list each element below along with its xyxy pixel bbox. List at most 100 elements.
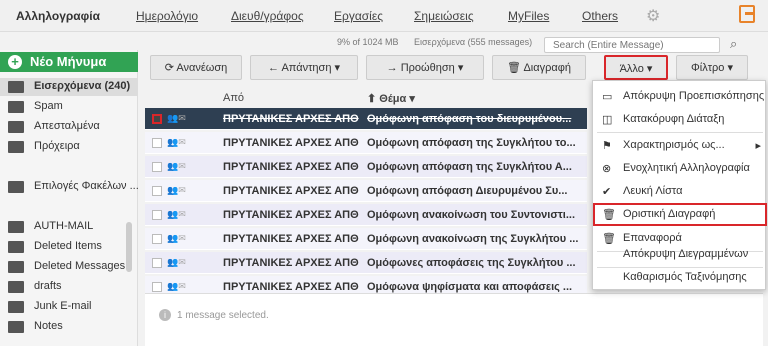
row-subject: Ομόφωνη ανακοίνωση του Συντονιστι... xyxy=(367,209,576,221)
row-status-icons: 👥✉ xyxy=(167,137,186,147)
preview-info-text: 1 message selected. xyxy=(177,310,269,321)
row-status-icons: 👥✉ xyxy=(167,257,186,267)
folder-deleted-items[interactable]: Deleted Items xyxy=(0,238,138,256)
menu-label: Απόκρυψη Διεγραμμένων xyxy=(623,248,749,260)
row-status-icons: 👥✉ xyxy=(167,185,186,195)
menu-vertical-layout[interactable]: ◫ Κατακόρυφη Διάταξη xyxy=(593,108,767,131)
menu-label: Ενοχλητική Αλληλογραφία xyxy=(623,162,750,174)
plus-icon: + xyxy=(8,55,22,69)
drafts-icon xyxy=(8,141,24,153)
row-status-icons: 👥✉ xyxy=(167,161,186,171)
table-row[interactable]: 👥✉ ΠΡΥΤΑΝΙΚΕΣ ΑΡΧΕΣ ΑΠΘ Ομόφωνη απόφαση τη… xyxy=(145,156,587,178)
account-auth-mail[interactable]: AUTH-MAIL xyxy=(0,218,138,236)
delete-button[interactable]: 🗑 Διαγραφή xyxy=(492,55,586,80)
search-icon[interactable]: ⌕ xyxy=(730,36,737,52)
menu-whitelist[interactable]: ✔ Λευκή Λίστα xyxy=(593,180,767,203)
folder-drafts-account[interactable]: drafts xyxy=(0,278,138,296)
more-button[interactable]: Άλλο ▾ xyxy=(604,55,668,80)
preview-info: i 1 message selected. xyxy=(159,309,269,321)
row-from: ΠΡΥΤΑΝΙΚΕΣ ΑΡΧΕΣ ΑΠΘ xyxy=(223,137,359,149)
table-row[interactable]: 👥✉ ΠΡΥΤΑΝΙΚΕΣ ΑΡΧΕΣ ΑΠΘ Ομόφωνη απόφαση Δι… xyxy=(145,180,587,202)
table-row[interactable]: 👥✉ ΠΡΥΤΑΝΙΚΕΣ ΑΡΧΕΣ ΑΠΘ Ομόφωνες αποφάσεις… xyxy=(145,252,587,274)
search-input[interactable] xyxy=(544,37,720,53)
preview-pane: i 1 message selected. xyxy=(145,293,763,346)
menu-junk[interactable]: ⊗ Ενοχλητική Αλληλογραφία xyxy=(593,157,767,180)
menu-permanent-delete[interactable]: 🗑 Οριστική Διαγραφή xyxy=(593,203,767,226)
row-checkbox[interactable] xyxy=(152,258,162,268)
subject-header-label: Θέμα xyxy=(379,93,407,105)
menu-divider xyxy=(597,132,763,133)
folder-junk[interactable]: Junk E-mail xyxy=(0,298,138,316)
reply-button[interactable]: ← Απάντηση ▾ xyxy=(250,55,358,80)
table-row[interactable]: 👥✉ ΠΡΥΤΑΝΙΚΕΣ ΑΡΧΕΣ ΑΠΘ Ομόφωνη ανακοίνωση… xyxy=(145,228,587,250)
row-from: ΠΡΥΤΑΝΙΚΕΣ ΑΡΧΕΣ ΑΠΘ xyxy=(223,113,359,125)
row-checkbox[interactable] xyxy=(152,210,162,220)
filter-button[interactable]: Φίλτρο ▾ xyxy=(676,55,748,80)
nav-notes[interactable]: Σημειώσεις xyxy=(414,9,474,23)
filter-label: Φίλτρο xyxy=(690,62,725,74)
row-checkbox[interactable] xyxy=(152,162,162,172)
row-from: ΠΡΥΤΑΝΙΚΕΣ ΑΡΧΕΣ ΑΠΘ xyxy=(223,281,359,293)
table-row[interactable]: 👥✉ ΠΡΥΤΑΝΙΚΕΣ ΑΡΧΕΣ ΑΠΘ Ομόφωνη ανακοίνωση… xyxy=(145,204,587,226)
folder-notes[interactable]: Notes xyxy=(0,318,138,336)
logout-icon[interactable] xyxy=(739,5,755,23)
top-navigation: Αλληλογραφία Ημερολόγιο Διευθ/γράφος Εργ… xyxy=(0,0,768,32)
row-from: ΠΡΥΤΑΝΙΚΕΣ ΑΡΧΕΣ ΑΠΘ xyxy=(223,233,359,245)
folder-inbox[interactable]: Εισερχόμενα (240) xyxy=(0,78,138,96)
row-checkbox[interactable] xyxy=(152,138,162,148)
row-checkbox[interactable] xyxy=(152,114,162,124)
folder-label: Επιλογές Φακέλων ... xyxy=(34,180,138,192)
refresh-button[interactable]: ⟳ Ανανέωση xyxy=(150,55,242,80)
row-checkbox[interactable] xyxy=(152,186,162,196)
row-status-icons: 👥✉ xyxy=(167,113,186,123)
row-subject: Ομόφωνη ανακοίνωση της Συγκλήτου ... xyxy=(367,233,579,245)
nav-contacts[interactable]: Διευθ/γράφος xyxy=(231,9,304,23)
menu-hide-deleted[interactable]: Απόκρυψη Διεγραμμένων xyxy=(593,243,767,266)
folder-drafts[interactable]: Πρόχειρα xyxy=(0,138,138,156)
inbox-count-text: Εισερχόμενα (555 messages) xyxy=(414,37,533,47)
folder-label: Notes xyxy=(34,320,63,332)
nav-tasks[interactable]: Εργασίες xyxy=(334,9,383,23)
folder-label: Junk E-mail xyxy=(34,300,92,312)
folder-label: Απεσταλμένα xyxy=(34,120,100,132)
folder-label: Πρόχειρα xyxy=(34,140,80,152)
folder-spam[interactable]: Spam xyxy=(0,98,138,116)
menu-clear-sort[interactable]: Καθαρισμός Ταξινόμησης xyxy=(593,266,767,289)
inbox-icon xyxy=(8,81,24,93)
nav-myfiles[interactable]: MyFiles xyxy=(508,9,549,23)
menu-label: Απόκρυψη Προεπισκόπησης xyxy=(623,90,765,102)
folder-icon xyxy=(8,321,24,333)
nav-mail[interactable]: Αλληλογραφία xyxy=(16,9,100,23)
folder-deleted-messages[interactable]: Deleted Messages xyxy=(0,258,138,276)
row-checkbox[interactable] xyxy=(152,234,162,244)
folder-label: AUTH-MAIL xyxy=(34,220,94,232)
info-icon: i xyxy=(159,309,171,321)
folder-icon xyxy=(8,241,24,253)
nav-calendar[interactable]: Ημερολόγιο xyxy=(136,9,198,23)
nav-others[interactable]: Others xyxy=(582,9,618,23)
row-subject: Ομόφωνη απόφαση της Συγκλήτου Α... xyxy=(367,161,572,173)
spam-icon xyxy=(8,101,24,113)
trash-icon: 🗑 xyxy=(507,62,524,74)
row-checkbox[interactable] xyxy=(152,282,162,292)
gear-icon[interactable]: ⚙ xyxy=(646,6,660,26)
folder-options[interactable]: Επιλογές Φακέλων ... xyxy=(0,178,138,196)
forward-button[interactable]: → Προώθηση ▾ xyxy=(366,55,484,80)
quota-text: 9% of 1024 MB xyxy=(337,37,399,47)
menu-label: Λευκή Λίστα xyxy=(623,185,683,197)
new-message-label: Νέο Μήνυμα xyxy=(30,54,107,69)
menu-hide-preview[interactable]: ▭ Απόκρυψη Προεπισκόπησης xyxy=(593,85,767,108)
new-message-button[interactable]: + Νέο Μήνυμα xyxy=(0,52,138,72)
row-from: ΠΡΥΤΑΝΙΚΕΣ ΑΡΧΕΣ ΑΠΘ xyxy=(223,209,359,221)
arrow-left-icon: ← xyxy=(267,62,282,74)
table-row[interactable]: 👥✉ ΠΡΥΤΑΝΙΚΕΣ ΑΡΧΕΣ ΑΠΘ Ομόφωνη απόφαση το… xyxy=(145,108,587,130)
sidebar-scrollbar[interactable] xyxy=(126,222,132,272)
folder-sent[interactable]: Απεσταλμένα xyxy=(0,118,138,136)
menu-mark-as[interactable]: ⚑ Χαρακτηρισμός ως... ▸ xyxy=(593,134,767,157)
check-circle-icon: ✔ xyxy=(602,186,612,198)
table-row[interactable]: 👥✉ ΠΡΥΤΑΝΙΚΕΣ ΑΡΧΕΣ ΑΠΘ Ομόφωνη απόφαση τη… xyxy=(145,132,587,154)
forward-label: Προώθηση xyxy=(400,62,455,74)
row-subject: Ομόφωνες αποφάσεις της Συγκλήτου ... xyxy=(367,257,576,269)
folder-icon xyxy=(8,301,24,313)
row-status-icons: 👥✉ xyxy=(167,209,186,219)
